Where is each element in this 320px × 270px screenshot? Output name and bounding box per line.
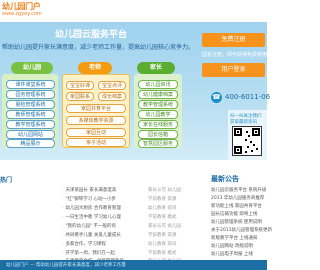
news-section-title: 热门 [0, 177, 13, 184]
register-hint: 园长注册，即可获得免费使用 [202, 52, 268, 58]
kindergarten-link[interactable]: 幼儿园网站 [6, 130, 55, 139]
teacher-link[interactable]: 家园互动 [66, 128, 126, 137]
login-button[interactable]: 用户登录 [202, 63, 265, 77]
teacher-link[interactable]: 亲子活动 [66, 138, 126, 147]
related-link[interactable]: 幼儿教育 资讯 [148, 205, 176, 211]
news-item[interactable]: 开学第一周，我们在一起 [62, 250, 115, 256]
teacher-link[interactable]: 成长档案 [98, 92, 126, 101]
notice-item[interactable]: 幼儿园管理系统 使用说明 [211, 219, 262, 225]
kindergarten-link[interactable]: 园务管理系统 [6, 90, 55, 99]
kindergarten-link[interactable]: 课件课堂系统 [6, 80, 55, 89]
news-item[interactable]: 幼儿园大厨房 合作教育管理 [62, 205, 120, 211]
related-link[interactable]: 幼儿教育 资讯 [148, 241, 176, 247]
notice-item[interactable]: 幼儿园网站 改版说明 [211, 243, 253, 249]
parent-column-head: 家长 [137, 62, 175, 74]
news-item[interactable]: 共同携手儿童 关爱儿童成长 [62, 232, 120, 238]
teacher-link[interactable]: 多媒体教学资源 [66, 116, 126, 125]
wechat-caption-sub: 获取最新资讯 [230, 120, 257, 125]
register-button[interactable]: 免费注册 [202, 33, 265, 47]
related-link[interactable]: 学前教育 资源 [148, 196, 176, 202]
news-item[interactable]: 天津某园长 家长满意度高 [62, 187, 116, 193]
parent-link[interactable]: 教学管理系统 [138, 100, 178, 109]
wechat-panel: 扫一扫关注我们 获取最新资讯 [228, 110, 267, 160]
related-link[interactable]: 学前教育 资源 [148, 232, 176, 238]
notice-item[interactable]: 关于2013幼儿园管理系统更新 [211, 227, 272, 233]
kindergarten-link[interactable]: 晨检管理系统 [6, 100, 55, 109]
service-phone: 400-6011-06 [225, 93, 271, 101]
teacher-column-head: 老师 [78, 62, 112, 74]
kindergarten-column: 课件课堂系统 园务管理系统 晨检管理系统 教师管理系统 教学管理系统 幼儿园网站… [2, 74, 58, 148]
teacher-link[interactable]: 宝宝点评 [98, 81, 126, 90]
parent-link[interactable]: 幼儿园教学 [138, 110, 178, 119]
parent-link[interactable]: 幼儿健康档案 [138, 90, 178, 99]
notice-item[interactable]: 2013 年幼儿园服务商推荐 [211, 195, 264, 201]
related-link[interactable]: 学前教育 模式 [148, 250, 176, 256]
news-item[interactable]: "红"钢琴学习 心动一小步 [62, 196, 116, 202]
notice-item[interactable]: 园长信箱功能 即将上线 [211, 211, 257, 217]
hero-title: 幼儿园云服务平台 [55, 30, 128, 40]
footer-bar: 幼儿园门户 — 帮助幼儿园提升家长满意度，减少老师工作量 [0, 260, 267, 270]
kindergarten-column-head: 幼儿园 [11, 62, 53, 74]
parent-link[interactable]: 幼儿园资讯 [138, 80, 178, 89]
site-logo[interactable]: 幼儿园门户 www.zgyey.com [2, 1, 52, 21]
news-item[interactable]: "我的幼儿园" 不一般的有 [62, 223, 116, 229]
parent-link[interactable]: 园长信箱 [138, 130, 178, 139]
teacher-column: 宝宝好课 宝宝点评 家园联系 成长档案 家园共育平台 多媒体教学资源 家园互动 … [62, 74, 130, 148]
parent-link[interactable]: 家长在线服务 [138, 120, 178, 129]
teacher-link[interactable]: 家园共育平台 [66, 104, 126, 113]
parent-link[interactable]: 智慧园区服务 [138, 139, 178, 148]
related-link[interactable]: 家长认可 幼儿园 [148, 187, 181, 193]
teacher-link[interactable]: 家园联系 [66, 92, 94, 101]
kindergarten-link[interactable]: 教师管理系统 [6, 110, 55, 119]
hero-slogan: 帮助幼儿园提升家长满意度，减少老师工作量，提高幼儿园核心竞争力。 [2, 44, 195, 51]
parent-column: 幼儿园资讯 幼儿健康档案 教学管理系统 幼儿园教学 家长在线服务 园长信箱 智慧… [134, 74, 182, 148]
phone-icon: ☎ [211, 92, 222, 103]
notice-section-title: 最新公告 [211, 175, 239, 183]
notice-item[interactable]: 幼儿园电子周报 上线 [211, 251, 253, 257]
logo-url: www.zgyey.com [2, 11, 42, 17]
kindergarten-link[interactable]: 教学管理系统 [6, 120, 55, 129]
news-item[interactable]: 一日生活中教 学习幼儿心理 [62, 214, 120, 220]
qr-code-icon [232, 126, 262, 156]
notice-item[interactable]: 幼儿园云服务平台 系统升级 [211, 187, 266, 193]
kindergarten-link[interactable]: 精品展示 [6, 139, 55, 148]
notice-item[interactable]: 新功能上线 家园共育平台 [211, 203, 262, 209]
related-link[interactable]: 学前教育 模式 [148, 214, 176, 220]
teacher-link[interactable]: 宝宝好课 [66, 81, 94, 90]
news-item[interactable]: 多家合作，学习课程 [62, 241, 106, 247]
footer-text: 幼儿园门户 — 帮助幼儿园提升家长满意度，减少老师工作量 [6, 263, 126, 268]
notice-item[interactable]: 新版教学平台 上线通知 [211, 235, 257, 241]
related-link[interactable]: 家长认可 幼儿园 [148, 223, 181, 229]
